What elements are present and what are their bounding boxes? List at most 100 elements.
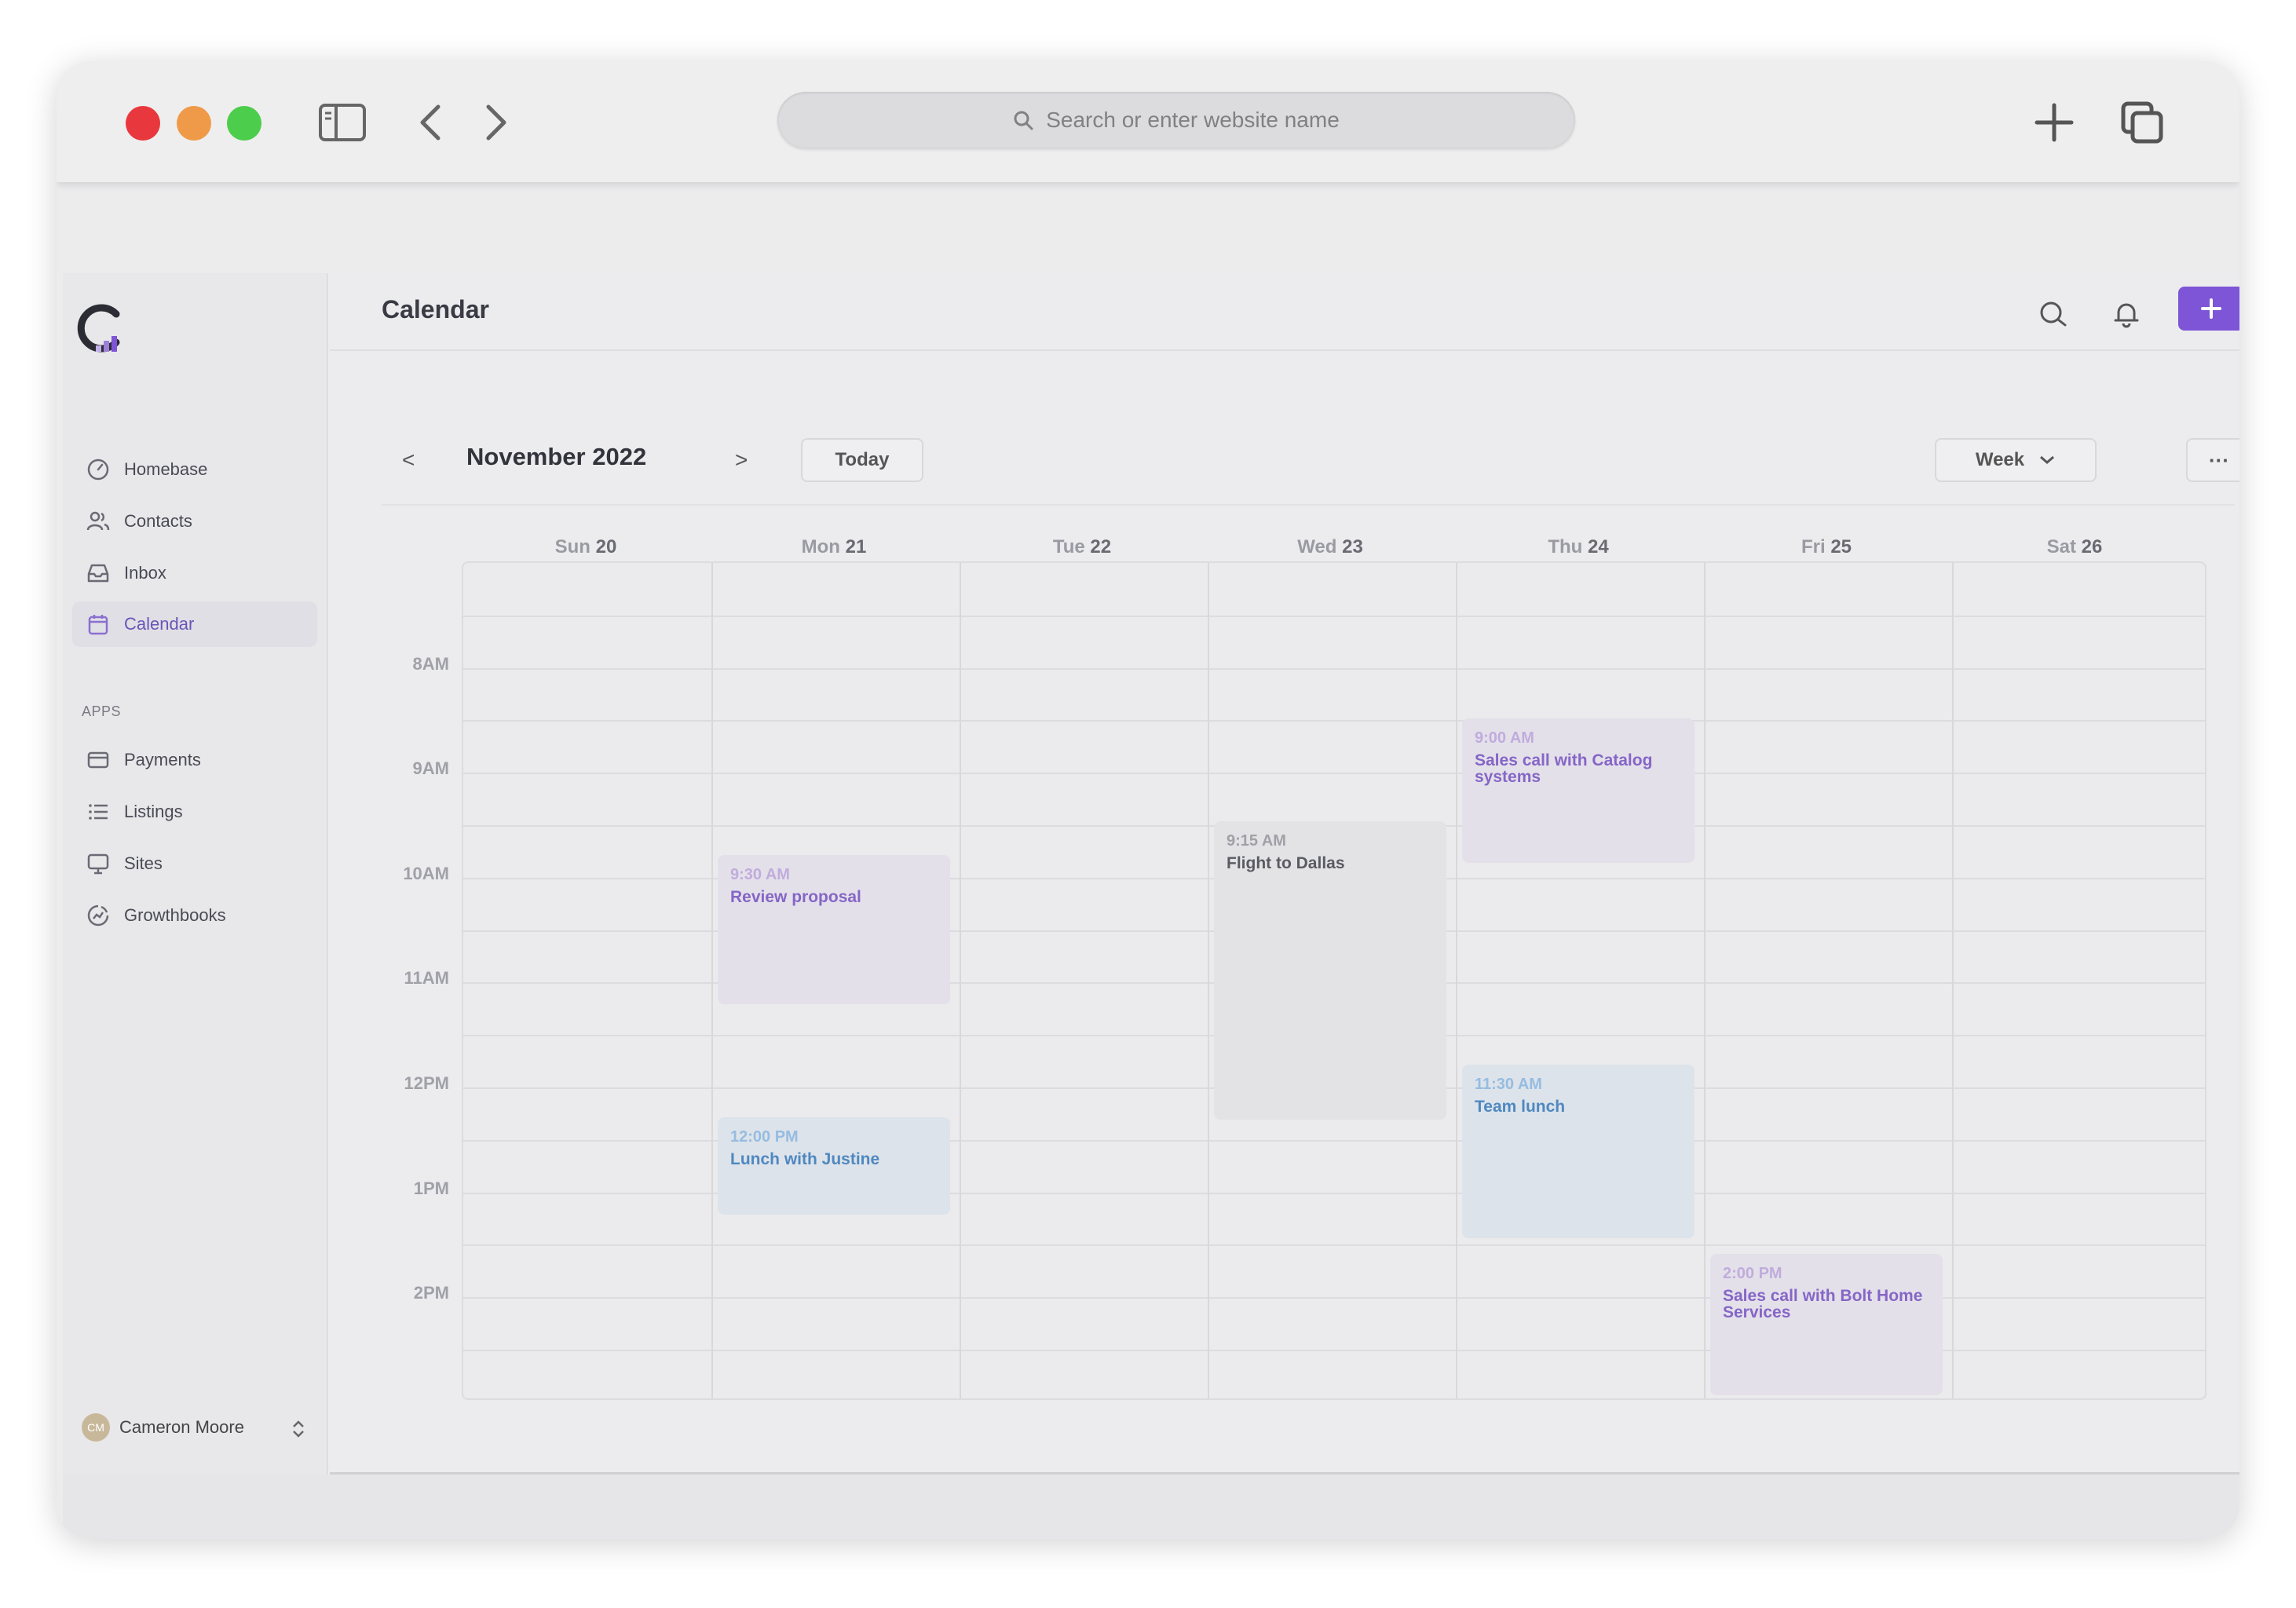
monitor-icon	[87, 853, 109, 875]
app: Homebase Contacts Inbox Calendar APPS Pa…	[63, 273, 2239, 1539]
calendar-event[interactable]: 9:00 AM Sales call with Catalog systems	[1462, 718, 1695, 864]
event-time: 12:00 PM	[730, 1128, 799, 1146]
brand-logo-icon	[77, 304, 120, 353]
calendar-event[interactable]: 9:30 AM Review proposal	[718, 855, 950, 1005]
calendar-main: Calendar < November 2022 > Today Week ··…	[330, 273, 2239, 1475]
close-window-button[interactable]	[126, 106, 160, 141]
time-label: 8AM	[412, 653, 449, 674]
sidebar-item-sites[interactable]: Sites	[72, 841, 317, 886]
add-event-button[interactable]	[2178, 287, 2239, 331]
grid-column-line	[1952, 563, 1954, 1398]
sidebar: Homebase Contacts Inbox Calendar APPS Pa…	[63, 273, 328, 1475]
day-header[interactable]: Tue 22	[958, 536, 1206, 558]
sidebar-item-growthbooks[interactable]: Growthbooks	[72, 893, 317, 938]
prev-week-button[interactable]: <	[402, 448, 415, 473]
day-number: 23	[1342, 536, 1363, 557]
toolbar-divider	[382, 504, 2235, 506]
grid-row-line	[463, 667, 2205, 670]
day-of-week: Fri	[1801, 536, 1826, 557]
calendar-event[interactable]: 11:30 AM Team lunch	[1462, 1065, 1695, 1238]
sidebar-item-label: Calendar	[124, 614, 195, 634]
minimize-window-button[interactable]	[177, 106, 211, 141]
calendar-icon	[88, 615, 108, 635]
address-bar[interactable]: Search or enter website name	[777, 92, 1575, 148]
sidebar-item-listings[interactable]: Listings	[72, 789, 317, 835]
search-icon	[1014, 111, 1033, 130]
sidebar-item-homebase[interactable]: Homebase	[72, 447, 317, 492]
grid-column-line	[1208, 563, 1209, 1398]
grid-column-line	[1704, 563, 1706, 1398]
day-number: 20	[595, 536, 617, 557]
sidebar-item-label: Listings	[124, 802, 183, 821]
apps-section-label: APPS	[82, 704, 122, 719]
event-time: 2:00 PM	[1723, 1264, 1782, 1282]
today-button[interactable]: Today	[801, 438, 923, 482]
view-select[interactable]: Week	[1935, 438, 2097, 482]
inbox-tray-icon	[87, 564, 109, 583]
grid-row-line	[463, 720, 2205, 722]
event-title: Review proposal	[730, 888, 861, 907]
event-time: 9:00 AM	[1475, 729, 1534, 747]
back-arrow-icon[interactable]	[418, 104, 443, 141]
grid-column-line	[711, 563, 713, 1398]
day-of-week: Sun	[554, 536, 590, 557]
zoom-window-button[interactable]	[227, 106, 261, 141]
day-of-week: Wed	[1297, 536, 1337, 557]
address-bar-placeholder: Search or enter website name	[1046, 108, 1340, 132]
sidebar-toggle-icon[interactable]	[319, 104, 366, 141]
event-time: 9:30 AM	[730, 866, 790, 884]
event-title: Lunch with Justine	[730, 1150, 880, 1169]
time-label: 12PM	[404, 1073, 449, 1093]
day-of-week: Mon	[801, 536, 840, 557]
bell-icon[interactable]	[2111, 298, 2142, 330]
chevron-up-down-icon[interactable]	[291, 1418, 306, 1440]
time-label: 2PM	[413, 1283, 449, 1303]
user-name: Cameron Moore	[119, 1417, 244, 1437]
forward-arrow-icon[interactable]	[484, 104, 509, 141]
chart-circle-icon	[87, 904, 109, 926]
plus-icon	[2201, 298, 2221, 319]
list-icon	[89, 804, 108, 820]
day-number: 21	[845, 536, 867, 557]
grid-row-line	[463, 1297, 2205, 1299]
sidebar-item-calendar[interactable]: Calendar	[72, 601, 317, 647]
more-options-button[interactable]: ···	[2186, 438, 2239, 482]
sidebar-item-label: Payments	[124, 750, 201, 769]
sidebar-item-label: Inbox	[124, 563, 166, 583]
sidebar-item-contacts[interactable]: Contacts	[72, 499, 317, 544]
browser-window: Search or enter website name Homebase Co…	[57, 61, 2239, 1539]
grid-row-line	[463, 615, 2205, 617]
day-of-week: Sat	[2046, 536, 2076, 557]
day-header[interactable]: Sun 20	[462, 536, 710, 558]
day-header[interactable]: Fri 25	[1702, 536, 1951, 558]
sidebar-item-label: Contacts	[124, 511, 192, 531]
sidebar-item-label: Homebase	[124, 459, 208, 479]
day-header[interactable]: Mon 21	[710, 536, 958, 558]
day-of-week: Tue	[1052, 536, 1085, 557]
next-week-button[interactable]: >	[735, 448, 748, 473]
search-icon[interactable]	[2037, 298, 2068, 330]
event-time: 9:15 AM	[1227, 831, 1286, 850]
event-title: Sales call with Bolt Home Services	[1723, 1286, 1923, 1321]
view-select-label: Week	[1975, 449, 2025, 470]
sidebar-item-inbox[interactable]: Inbox	[72, 550, 317, 596]
day-header[interactable]: Sat 26	[1951, 536, 2199, 558]
grid-column-line	[960, 563, 961, 1398]
day-header[interactable]: Wed 23	[1206, 536, 1454, 558]
calendar-event[interactable]: 9:15 AM Flight to Dallas	[1214, 820, 1446, 1120]
credit-card-icon	[87, 751, 109, 769]
grid-row-line	[463, 773, 2205, 775]
time-label: 10AM	[403, 863, 449, 883]
sidebar-item-payments[interactable]: Payments	[72, 737, 317, 783]
dashboard-gauge-icon	[87, 459, 109, 481]
tab-overview-icon[interactable]	[2120, 100, 2164, 144]
calendar-event[interactable]: 2:00 PM Sales call with Bolt Home Service…	[1710, 1253, 1943, 1396]
user-menu[interactable]: CM Cameron Moore	[82, 1413, 244, 1442]
grid-row-line	[463, 1350, 2205, 1351]
chevron-down-icon	[2040, 455, 2055, 464]
calendar-event[interactable]: 12:00 PM Lunch with Justine	[718, 1117, 950, 1215]
day-header[interactable]: Thu 24	[1454, 536, 1702, 558]
page-title: Calendar	[382, 295, 489, 323]
sidebar-item-label: Sites	[124, 853, 163, 873]
new-tab-icon[interactable]	[2034, 102, 2075, 143]
